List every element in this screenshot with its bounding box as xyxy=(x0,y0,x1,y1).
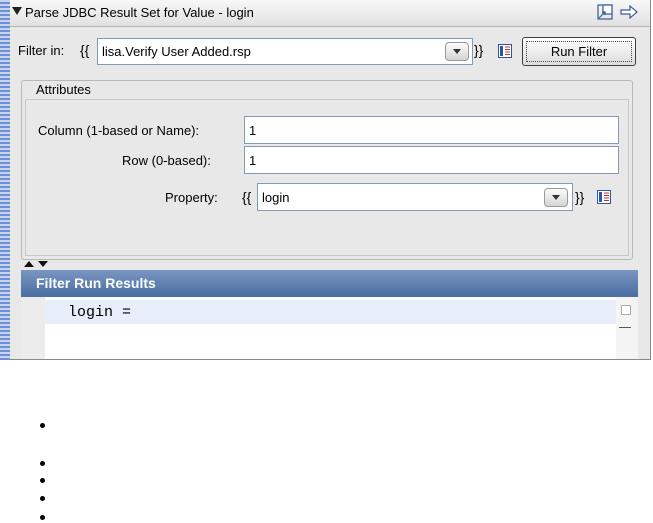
parse-jdbc-panel: Parse JDBC Result Set for Value - login … xyxy=(0,0,651,360)
filter-close-brace: }} xyxy=(474,42,484,58)
column-value: 1 xyxy=(249,123,257,138)
row-field[interactable]: 1 xyxy=(244,146,619,174)
property-value: login xyxy=(262,190,290,205)
column-field[interactable]: 1 xyxy=(244,116,619,144)
filter-source-value: lisa.Verify User Added.rsp xyxy=(102,44,251,59)
bullet-icon xyxy=(40,515,45,520)
run-filter-button[interactable]: Run Filter xyxy=(522,37,636,66)
row-label: Row (0-based): xyxy=(122,153,211,168)
results-editor[interactable]: login = xyxy=(21,297,638,359)
bullet-icon xyxy=(40,496,45,501)
bullet-icon xyxy=(40,423,45,428)
property-properties-icon[interactable] xyxy=(597,190,611,204)
results-header: Filter Run Results xyxy=(21,270,638,297)
panel-header[interactable]: Parse JDBC Result Set for Value - login xyxy=(10,0,650,27)
arrow-right-icon[interactable] xyxy=(620,4,638,20)
bullet-icon xyxy=(40,461,45,466)
collapse-caret-icon[interactable] xyxy=(12,7,22,15)
attributes-title: Attributes xyxy=(34,82,93,97)
property-close-brace: }} xyxy=(575,189,585,205)
filter-in-label: Filter in: xyxy=(18,43,65,58)
column-label: Column (1-based or Name): xyxy=(38,123,200,138)
results-line-text: login = xyxy=(68,304,132,321)
splitter-arrows-icon[interactable] xyxy=(22,259,62,269)
property-combo[interactable]: login xyxy=(257,183,573,211)
property-dropdown-button[interactable] xyxy=(544,188,568,207)
bullet-icon xyxy=(40,478,45,483)
overview-ruler[interactable] xyxy=(616,297,638,359)
row-value: 1 xyxy=(249,153,257,168)
properties-icon[interactable] xyxy=(498,44,512,58)
restore-window-icon[interactable] xyxy=(597,4,613,20)
panel-title: Parse JDBC Result Set for Value - login xyxy=(25,5,254,20)
property-open-brace: {{ xyxy=(242,189,252,205)
property-label: Property: xyxy=(165,190,218,205)
panel-drag-strip[interactable] xyxy=(0,0,10,360)
filter-dropdown-button[interactable] xyxy=(445,42,469,61)
ruler-box-icon xyxy=(621,305,631,315)
ruler-marker-icon xyxy=(619,327,631,328)
results-title: Filter Run Results xyxy=(36,275,156,291)
filter-open-brace: {{ xyxy=(80,42,90,58)
filter-source-combo[interactable]: lisa.Verify User Added.rsp xyxy=(97,38,473,65)
